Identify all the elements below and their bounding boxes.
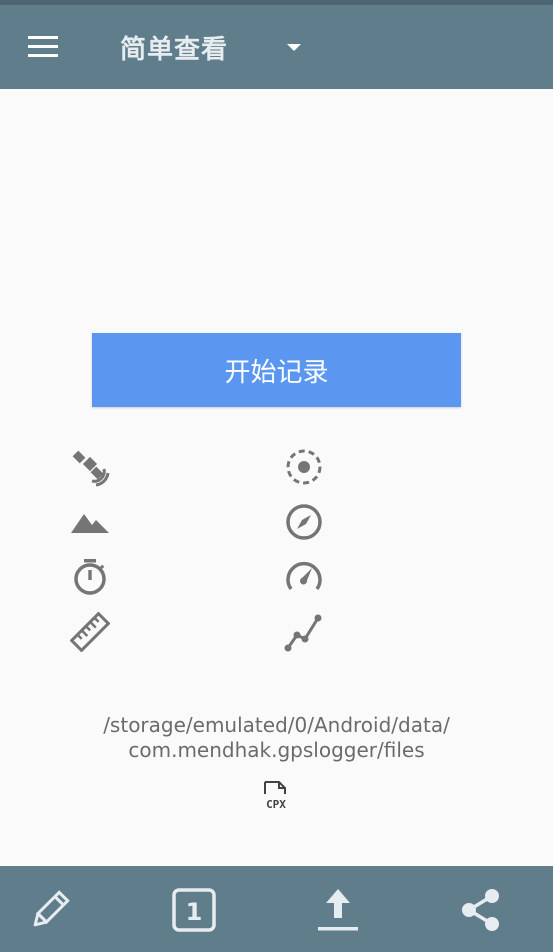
edit-pencil-icon [33,890,70,927]
navigation-menu-button[interactable] [16,25,70,69]
distance-ruler-icon [70,612,110,652]
annotate-button[interactable] [26,886,74,934]
storage-path-line1: /storage/emulated/0/Android/data/ [103,713,450,737]
caret-down-icon[interactable] [282,41,306,55]
direction-compass-icon [286,504,322,540]
upload-icon [318,889,358,931]
top-toolbar: 简单查看 [0,5,553,89]
share-icon [462,889,499,931]
simple-view-screen: 简单查看 开始记录 /storage/emulated/0/Android/da… [0,0,553,952]
track-points-icon [284,614,322,652]
bottom-action-bar: 1 [0,866,553,952]
storage-path-line2: com.mendhak.gpslogger/files [128,738,425,762]
upload-button[interactable] [314,886,362,934]
start-logging-button[interactable]: 开始记录 [92,333,461,407]
accuracy-target-icon [286,449,322,485]
log-one-point-button[interactable]: 1 [170,886,218,934]
page-title: 简单查看 [120,34,229,65]
storage-path: /storage/emulated/0/Android/data/ com.me… [0,713,553,763]
speedometer-icon [286,561,322,591]
altitude-mountain-icon [71,514,109,533]
one-point-label: 1 [186,898,203,926]
duration-stopwatch-icon [74,559,106,595]
start-logging-label: 开始记录 [224,357,329,388]
file-format-label: CPX [266,798,286,811]
one-point-icon: 1 [172,888,216,932]
share-button[interactable] [457,886,505,934]
cpx-file-icon: CPX [264,781,286,811]
hamburger-menu-icon [28,36,58,57]
satellite-icon [72,450,110,487]
view-selector-dropdown[interactable]: 简单查看 [120,25,228,69]
